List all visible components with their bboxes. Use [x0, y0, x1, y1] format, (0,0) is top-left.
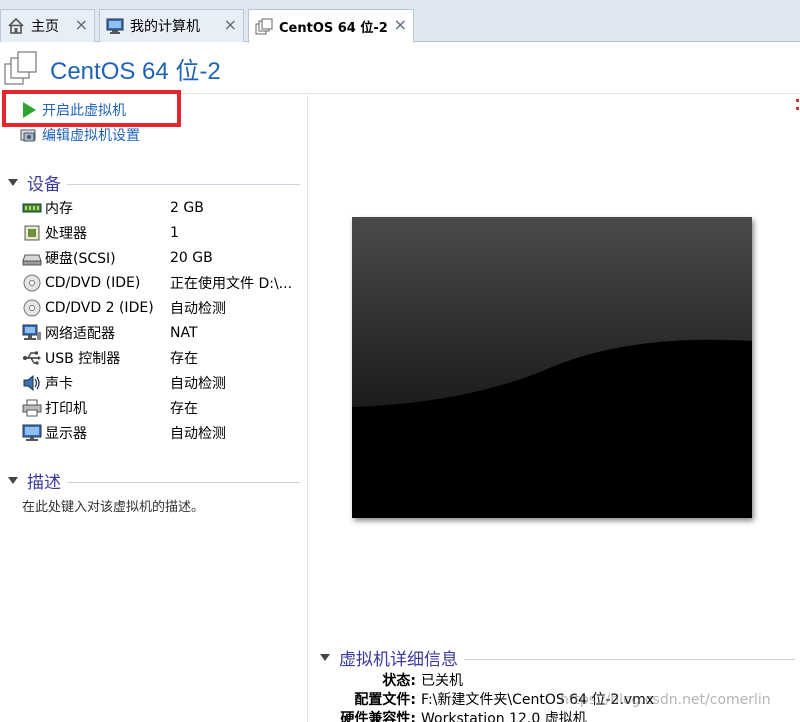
device-name: CD/DVD (IDE) — [45, 275, 141, 291]
vm-details-section-header[interactable]: 虚拟机详细信息 — [320, 647, 795, 670]
vm-preview-thumbnail[interactable] — [352, 217, 752, 518]
edit-vm-settings-button[interactable]: 编辑虚拟机设置 — [20, 124, 140, 146]
tab-my-computer[interactable]: 我的计算机 × — [99, 9, 244, 42]
network-icon — [22, 324, 42, 342]
sound-icon — [22, 374, 42, 392]
tab-centos[interactable]: CentOS 64 位-2 × — [248, 9, 414, 43]
device-row-printer[interactable]: 打印机 存在 — [22, 397, 302, 419]
computer-icon — [106, 17, 124, 35]
tab-centos-label: CentOS 64 位-2 — [279, 21, 388, 36]
edit-vm-settings-label: 编辑虚拟机设置 — [42, 128, 140, 144]
device-row-sound[interactable]: 声卡 自动检测 — [22, 372, 302, 394]
device-name: 显示器 — [45, 426, 87, 442]
tab-home-close-icon[interactable]: × — [75, 17, 88, 33]
description-field[interactable]: 在此处键入对该虚拟机的描述。 — [22, 496, 204, 515]
device-name: USB 控制器 — [45, 351, 121, 367]
page-title: CentOS 64 位-2 — [50, 58, 221, 85]
device-name: 声卡 — [45, 376, 73, 392]
vm-icon — [255, 18, 273, 36]
window-edge — [795, 95, 800, 722]
detail-row-hardware-compat: 硬件兼容性: Workstation 12.0 虚拟机 — [320, 708, 790, 722]
device-row-network[interactable]: 网络适配器 NAT — [22, 322, 302, 344]
settings-icon — [20, 126, 38, 144]
vm-large-icon — [4, 48, 40, 88]
detail-key: 硬件兼容性: — [340, 711, 416, 722]
divider — [67, 183, 300, 185]
device-name: 硬盘(SCSI) — [45, 251, 116, 267]
tab-my-computer-close-icon[interactable]: × — [224, 17, 237, 33]
device-value: 存在 — [170, 401, 198, 417]
divider — [464, 658, 795, 660]
home-icon — [7, 17, 25, 35]
device-name: 网络适配器 — [45, 326, 115, 342]
collapse-arrow-icon — [320, 653, 330, 661]
tab-centos-close-icon[interactable]: × — [394, 17, 407, 33]
harddisk-icon — [22, 249, 42, 267]
highlight-box — [2, 90, 181, 127]
device-value: 自动检测 — [170, 426, 226, 442]
display-icon — [22, 424, 42, 442]
processor-icon — [22, 224, 42, 242]
vm-header: CentOS 64 位-2 — [0, 42, 800, 94]
device-value: 正在使用文件 D:\... — [170, 276, 293, 292]
description-section-header[interactable]: 描述 — [6, 470, 300, 493]
description-section-label: 描述 — [27, 472, 61, 493]
vm-details-section-label: 虚拟机详细信息 — [339, 649, 458, 670]
device-row-harddisk[interactable]: 硬盘(SCSI) 20 GB — [22, 247, 302, 269]
device-row-processor[interactable]: 处理器 1 — [22, 222, 302, 244]
device-value: 自动检测 — [170, 376, 226, 392]
device-name: 打印机 — [45, 401, 87, 417]
device-value: 1 — [170, 225, 179, 241]
device-name: 处理器 — [45, 226, 87, 242]
device-row-memory[interactable]: 内存 2 GB — [22, 197, 302, 219]
detail-row-status: 状态: 已关机 — [320, 670, 790, 690]
device-value: 存在 — [170, 351, 198, 367]
memory-icon — [22, 199, 42, 217]
collapse-arrow-icon — [8, 476, 18, 484]
device-value: 自动检测 — [170, 301, 226, 317]
cd-icon — [22, 299, 42, 317]
devices-section-header[interactable]: 设备 — [6, 172, 300, 195]
device-row-display[interactable]: 显示器 自动检测 — [22, 422, 302, 444]
device-value: 2 GB — [170, 200, 204, 216]
devices-section-label: 设备 — [27, 174, 61, 195]
tab-bar: 主页 × 我的计算机 × CentOS 64 位-2 × — [0, 0, 800, 43]
device-row-cd-dvd-2[interactable]: CD/DVD 2 (IDE) 自动检测 — [22, 297, 302, 319]
device-name: 内存 — [45, 201, 73, 217]
tab-home-label: 主页 — [31, 19, 59, 35]
tab-my-computer-label: 我的计算机 — [130, 19, 200, 35]
device-row-cd-dvd[interactable]: CD/DVD (IDE) 正在使用文件 D:\... — [22, 272, 302, 294]
device-value: NAT — [170, 325, 198, 341]
detail-key: 状态: — [382, 673, 416, 689]
tab-home[interactable]: 主页 × — [0, 9, 95, 42]
detail-value: 已关机 — [421, 673, 463, 689]
usb-icon — [22, 349, 42, 367]
divider — [67, 481, 300, 483]
collapse-arrow-icon — [8, 178, 18, 186]
cd-icon — [22, 274, 42, 292]
device-value: 20 GB — [170, 250, 213, 266]
watermark: https://blog.csdn.net/comerlin — [560, 692, 771, 708]
device-name: CD/DVD 2 (IDE) — [45, 300, 154, 316]
printer-icon — [22, 399, 42, 417]
detail-value: Workstation 12.0 虚拟机 — [421, 711, 587, 722]
detail-key: 配置文件: — [354, 692, 416, 708]
device-row-usb[interactable]: USB 控制器 存在 — [22, 347, 302, 369]
